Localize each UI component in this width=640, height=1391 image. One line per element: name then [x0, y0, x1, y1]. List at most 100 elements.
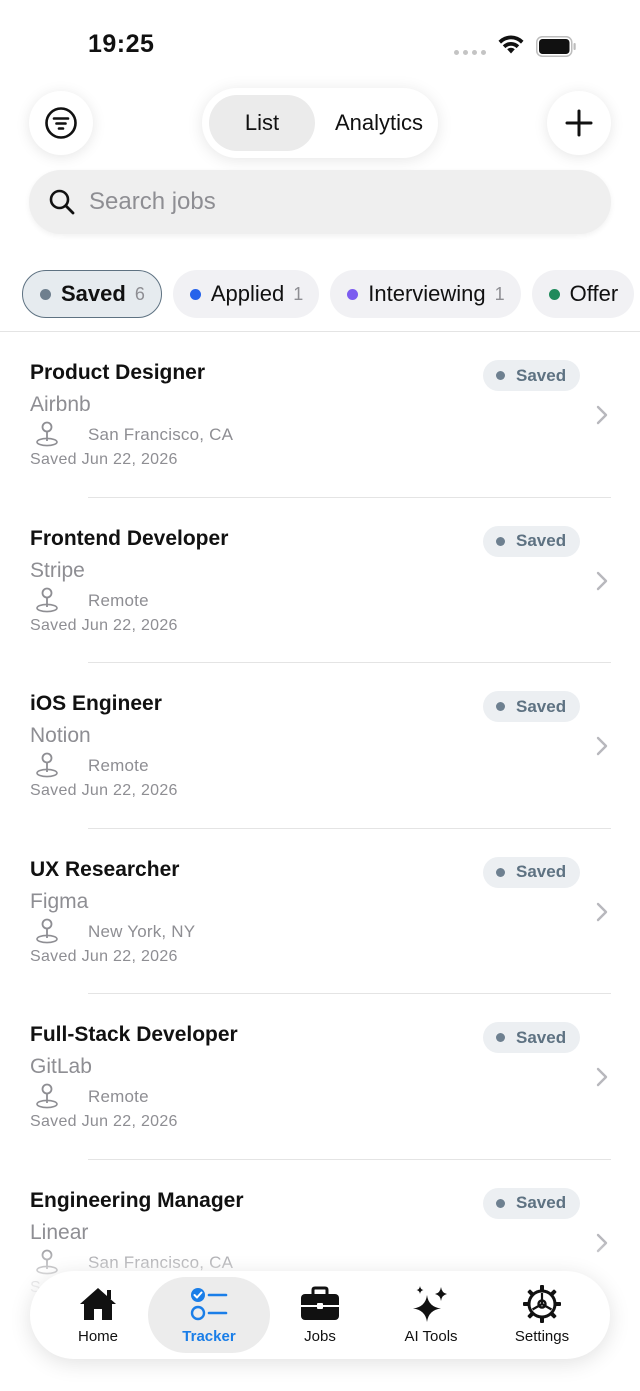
view-segmented-control: List Analytics — [202, 88, 438, 158]
location-pin-icon — [36, 587, 58, 612]
status-badge-label: Saved — [516, 1027, 567, 1047]
chip-applied[interactable]: Applied 1 — [172, 270, 320, 318]
chip-label: Offer — [569, 281, 619, 306]
tab-home[interactable]: Home — [42, 1271, 154, 1359]
tab-ai-tools[interactable]: AI Tools — [375, 1271, 487, 1359]
tab-jobs[interactable]: Jobs — [264, 1271, 376, 1359]
job-location: New York, NY — [88, 921, 196, 941]
status-badge-label: Saved — [516, 531, 567, 550]
status-badge-label: Saved — [516, 862, 567, 881]
status-dot — [189, 288, 201, 300]
chip-offer[interactable]: Offer — [531, 270, 635, 318]
job-company: Figma — [30, 889, 89, 913]
job-title: Engineering Manager — [30, 1188, 244, 1212]
job-location: Remote — [88, 756, 149, 775]
tab-label: Jobs — [304, 1328, 336, 1345]
chip-count: 6 — [134, 283, 145, 304]
chip-count: 1 — [494, 283, 505, 304]
status-badge: Saved — [483, 525, 581, 557]
tab-label: Tracker — [182, 1328, 236, 1345]
status-badge: Saved — [483, 1022, 581, 1053]
job-title: UX Researcher — [30, 857, 180, 881]
status-dot — [40, 288, 51, 300]
tab-bar: Home Tracker Jobs AI Tools Settings — [30, 1271, 610, 1359]
chip-label: Interviewing — [368, 281, 486, 306]
wifi-icon — [498, 35, 524, 54]
chevron-right-icon — [596, 1067, 608, 1087]
job-company: Airbnb — [30, 393, 91, 416]
tab-label: Home — [77, 1328, 118, 1345]
chip-label: Applied — [210, 281, 285, 306]
job-company: GitLab — [30, 1055, 92, 1078]
search-bar[interactable] — [29, 170, 611, 234]
job-company: Stripe — [30, 558, 85, 582]
search-input[interactable] — [89, 188, 549, 216]
add-job-button[interactable] — [547, 91, 611, 155]
search-icon — [49, 189, 75, 215]
job-list: Product Designer Airbnb San Francisco, CA S… — [0, 332, 640, 1325]
job-title: iOS Engineer — [30, 692, 162, 715]
status-badge: Saved — [483, 360, 581, 391]
checklist-icon — [190, 1288, 228, 1321]
filter-icon — [45, 107, 77, 139]
status-badge-label: Saved — [516, 696, 567, 716]
chevron-right-icon — [596, 736, 608, 756]
tab-label: Settings — [514, 1328, 570, 1345]
status-badge: Saved — [483, 856, 581, 888]
chevron-right-icon — [596, 902, 608, 921]
location-pin-icon — [36, 752, 58, 778]
job-saved-date: Saved Jun 22, 2026 — [30, 782, 178, 799]
job-company: Notion — [30, 724, 91, 747]
job-title: Full-Stack Developer — [30, 1023, 238, 1046]
job-row[interactable]: iOS Engineer Notion Remote Saved Jun 22, 20… — [0, 663, 640, 829]
chip-label: Saved — [61, 281, 126, 306]
status-dot — [496, 1198, 505, 1208]
job-saved-date: Saved Jun 22, 2026 — [30, 947, 178, 965]
tab-settings[interactable]: Settings — [486, 1271, 598, 1359]
segment-list[interactable]: List — [209, 95, 315, 151]
status-dot — [347, 288, 359, 300]
chip-interviewing[interactable]: Interviewing 1 — [330, 270, 521, 318]
gear-icon — [523, 1285, 561, 1323]
job-location: San Francisco, CA — [88, 425, 234, 444]
job-row[interactable]: UX Researcher Figma New York, NY Saved Jun … — [0, 829, 640, 994]
chip-saved[interactable]: Saved 6 — [22, 270, 162, 318]
segment-analytics[interactable]: Analytics — [320, 95, 438, 151]
tab-label: AI Tools — [404, 1328, 458, 1345]
status-badge-label: Saved — [516, 365, 567, 385]
status-dot — [496, 371, 505, 380]
location-pin-icon — [36, 1083, 58, 1109]
status-bar: 19:25 — [0, 0, 640, 90]
job-saved-date: Saved Jun 22, 2026 — [30, 616, 178, 634]
job-saved-date: Saved Jun 22, 2026 — [30, 1113, 178, 1130]
sparkles-icon — [413, 1286, 447, 1322]
location-pin-icon — [36, 421, 58, 447]
chip-count: 1 — [293, 283, 304, 304]
status-badge: Saved — [483, 1187, 581, 1219]
status-dot — [496, 867, 505, 877]
tab-tracker[interactable]: Tracker — [148, 1277, 270, 1353]
location-pin-icon — [36, 918, 58, 943]
status-time: 19:25 — [88, 30, 155, 58]
chevron-right-icon — [596, 405, 608, 425]
job-saved-date: Saved Jun 22, 2026 — [30, 451, 178, 468]
plus-icon — [565, 109, 593, 137]
status-filter-chips: Saved 6 Applied 1 Interviewing 1 Offer — [22, 270, 635, 318]
briefcase-icon — [301, 1286, 339, 1320]
chevron-right-icon — [596, 571, 608, 590]
job-title: Frontend Developer — [30, 526, 229, 550]
signal-icon — [454, 50, 486, 55]
job-location: Remote — [88, 590, 149, 610]
home-icon — [80, 1288, 116, 1320]
status-badge-label: Saved — [516, 1193, 567, 1212]
status-badge: Saved — [483, 691, 581, 722]
job-row[interactable]: Frontend Developer Stripe Remote Saved Jun … — [0, 498, 640, 663]
job-location: Remote — [88, 1087, 149, 1106]
filter-button[interactable] — [29, 91, 93, 155]
status-dot — [496, 1033, 505, 1042]
job-row[interactable]: Full-Stack Developer GitLab Remote Saved Ju… — [0, 994, 640, 1160]
status-dot — [496, 536, 505, 546]
status-dot — [548, 288, 560, 300]
job-row[interactable]: Product Designer Airbnb San Francisco, CA S… — [0, 332, 640, 498]
status-dot — [496, 702, 505, 711]
